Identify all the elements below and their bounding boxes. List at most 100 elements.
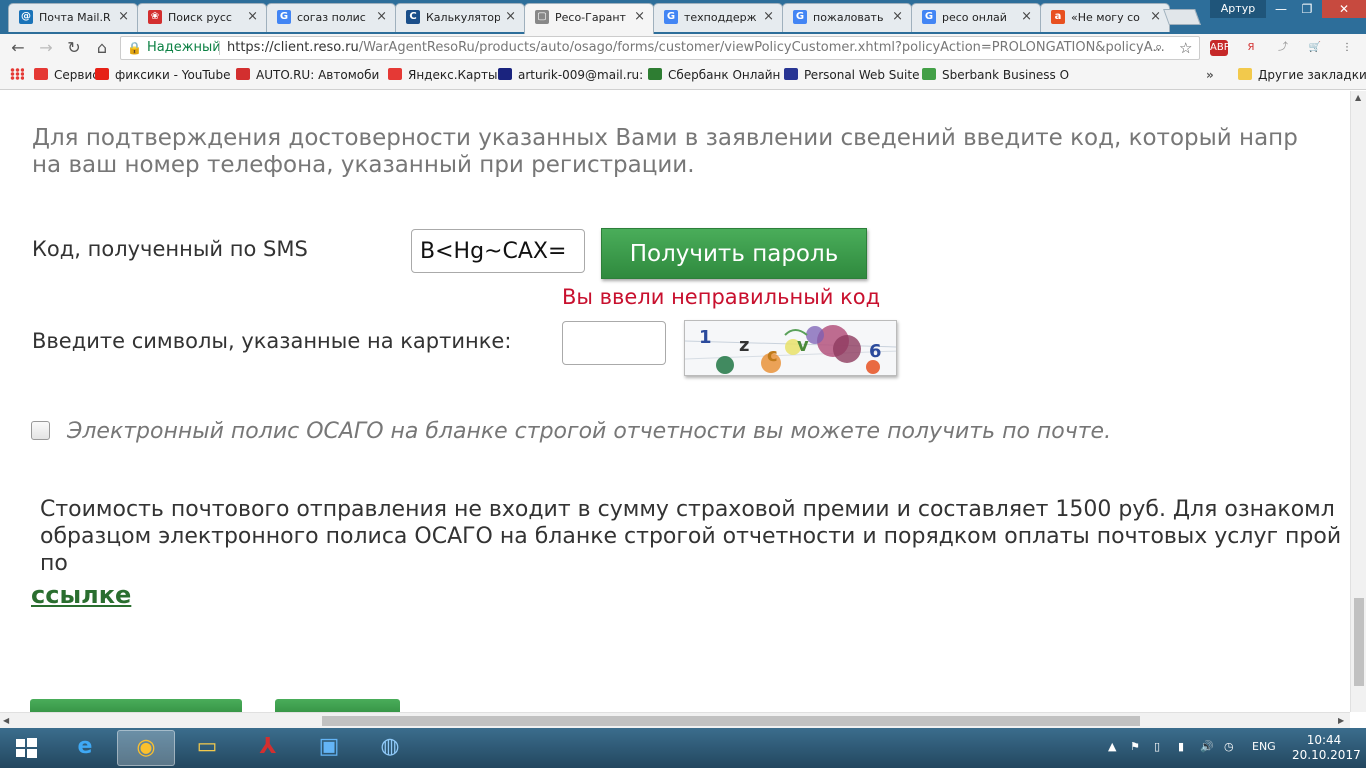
browser-tab[interactable]: Gсогаз полис × [266,3,396,32]
tab-close-icon[interactable]: × [505,9,516,24]
address-bar[interactable]: 🔒 Надежный https://client.reso.ru/WarAge… [120,36,1200,60]
system-clock[interactable]: 10:44 20.10.2017 [1292,733,1361,763]
horizontal-scrollbar[interactable]: ◀ ▶ [0,712,1350,728]
tab-close-icon[interactable]: × [1150,9,1161,24]
antivirus-icon[interactable]: ◷ [1224,740,1234,753]
tab-favicon-icon: C [406,10,420,24]
back-button[interactable]: ← [8,38,28,58]
postal-cost-text: Стоимость почтового отправления не входи… [40,496,1350,577]
action-center-flag-icon[interactable]: ⚑ [1130,740,1140,753]
extension-icon[interactable]: Я [1242,40,1260,56]
reload-button[interactable]: ↻ [64,38,84,58]
start-button[interactable] [4,730,48,766]
tab-close-icon[interactable]: × [1021,9,1032,24]
apps-grid-icon[interactable] [10,68,24,82]
home-button[interactable]: ⌂ [92,38,112,58]
tab-close-icon[interactable]: × [247,9,258,24]
taskbar-app-button[interactable]: e [56,730,114,766]
other-bookmarks-folder[interactable]: Другие закладки [1238,68,1366,82]
extension-icon[interactable]: ⤴ [1274,40,1292,56]
get-password-button[interactable]: Получить пароль [601,228,867,279]
tab-label: согаз полис [297,11,366,24]
bookmark-item[interactable]: фиксики - YouTube [95,68,231,82]
forward-button[interactable]: → [36,38,56,58]
network-signal-icon[interactable]: ▮ [1178,740,1184,753]
postal-delivery-checkbox[interactable] [31,421,50,440]
taskbar-app-button[interactable]: ⅄ [239,730,297,766]
other-bookmarks-label: Другие закладки [1258,68,1366,82]
bookmark-item[interactable]: Personal Web Suite [784,68,919,82]
extension-icon[interactable]: 🛒 [1306,40,1324,56]
tray-chevron-icon[interactable]: ▲ [1108,740,1116,753]
restore-button[interactable]: ❐ [1292,0,1322,18]
browser-tab[interactable]: Gтехподдерж × [653,3,783,32]
browser-tab[interactable]: @ Почта Mail.R × [8,3,138,32]
bookmark-label: Personal Web Suite [804,68,920,82]
bookmarks-more-button[interactable]: » [1206,68,1214,82]
star-icon[interactable]: ☆ [1179,37,1192,59]
volume-icon[interactable]: 🔊 [1200,740,1214,753]
vertical-scrollbar[interactable]: ▲ [1350,91,1366,712]
bookmark-item[interactable]: Sberbank Business O [922,68,1069,82]
bookmark-favicon-icon [388,68,402,80]
tab-favicon-icon: G [793,10,807,24]
tab-close-icon[interactable]: × [376,9,387,24]
profile-button[interactable]: Артур [1210,0,1266,18]
bookmarks-bar: Сервисы фиксики - YouTube AUTO.RU: Автомоб… [0,62,1366,90]
tab-close-icon[interactable]: × [118,9,129,24]
tab-close-icon[interactable]: × [634,9,645,24]
scroll-left-arrow[interactable]: ◀ [3,716,9,725]
network-globe-icon: ◍ [380,734,400,759]
sms-code-label: Код, полученный по SMS [32,237,308,261]
sms-confirmation-notice: Для подтверждения достоверности указанны… [32,125,1350,179]
browser-tab[interactable]: ▢ Ресо-Гарант × [524,3,654,34]
bookmark-label: Sberbank Business O [942,68,1070,82]
captcha-input[interactable] [562,321,666,365]
primary-action-button[interactable] [30,699,242,712]
bookmark-item[interactable]: Яндекс.Карты [388,68,497,82]
url-text[interactable]: https://client.reso.ru/WarAgentResoRu/pr… [227,37,1165,59]
details-link[interactable]: ссылке [31,581,131,609]
tab-close-icon[interactable]: × [892,9,903,24]
horizontal-scroll-thumb[interactable] [322,716,1140,726]
tab-label: техподдерж [684,11,757,24]
clock-time: 10:44 [1306,733,1342,747]
tab-favicon-icon: ❀ [148,10,162,24]
extension-icon[interactable]: ABP [1210,40,1230,56]
bookmark-favicon-icon [95,68,109,80]
bookmark-item[interactable]: Сбербанк Онлайн [648,68,780,82]
taskbar-app-button[interactable]: ▣ [300,730,358,766]
tab-favicon-icon: G [277,10,291,24]
scroll-right-arrow[interactable]: ▶ [1338,716,1344,725]
battery-icon[interactable]: ▯ [1154,740,1160,753]
file-explorer-icon: ▭ [196,734,218,759]
close-window-button[interactable]: ✕ [1322,0,1366,18]
bookmark-favicon-icon [648,68,662,80]
taskbar-app-button[interactable]: ▭ [178,730,236,766]
extension-icon[interactable]: ⋮ [1338,40,1356,56]
browser-tab[interactable]: Gресо онлай × [911,3,1041,32]
bookmark-label: Яндекс.Карты [408,68,498,82]
sms-code-input[interactable] [411,229,585,273]
url-host: https://client.reso.ru [227,40,359,55]
postal-delivery-label: Электронный полис ОСАГО на бланке строго… [67,419,1112,444]
bookmark-item[interactable]: AUTO.RU: Автомоби [236,68,379,82]
tab-label: Ресо-Гарант [555,11,626,24]
bookmark-label: AUTO.RU: Автомоби [256,68,380,82]
browser-tab[interactable]: ❀ Поиск русс × [137,3,267,32]
bookmark-item[interactable]: arturik-009@mail.ru: [498,68,643,82]
zoom-icon[interactable]: ⌕ [1155,37,1162,59]
language-indicator[interactable]: ENG [1252,740,1276,753]
new-tab-button[interactable] [1163,9,1201,25]
browser-tab[interactable]: a «Не могу со × [1040,3,1170,32]
browser-tab[interactable]: C Калькулятор × [395,3,525,32]
cost-line-3: по [40,551,68,576]
taskbar-app-button[interactable]: ◉ [117,730,175,766]
vertical-scroll-thumb[interactable] [1354,598,1364,686]
tab-close-icon[interactable]: × [763,9,774,24]
browser-tab[interactable]: Gпожаловать × [782,3,912,32]
secondary-action-button[interactable] [275,699,400,712]
tab-label: ресо онлай [942,11,1007,24]
taskbar-app-button[interactable]: ◍ [361,730,419,766]
scroll-up-arrow[interactable]: ▲ [1355,93,1361,102]
